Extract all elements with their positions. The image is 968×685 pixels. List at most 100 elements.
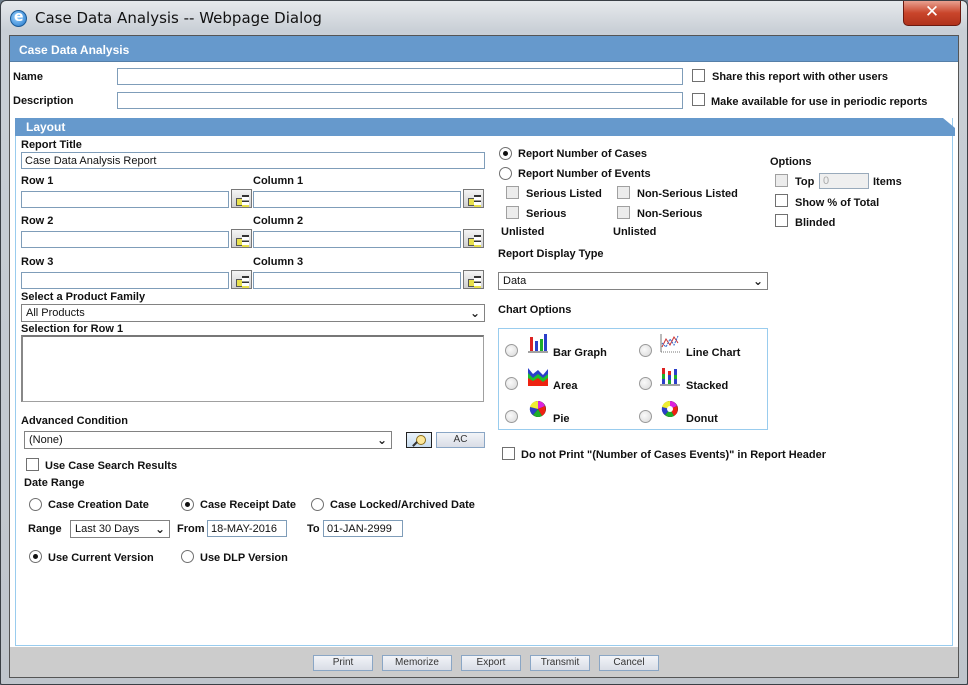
report-display-type-select[interactable]: Data ⌄ <box>498 272 768 290</box>
dialog-content: Case Data Analysis Name Share this repor… <box>9 35 959 678</box>
header-title: Case Data Analysis <box>10 36 958 62</box>
row-2-picker-button[interactable] <box>231 229 252 248</box>
line-chart-label: Line Chart <box>686 347 741 359</box>
column-3-input[interactable] <box>253 272 461 289</box>
product-family-value: All Products <box>26 307 85 319</box>
column-3-label: Column 3 <box>253 256 304 268</box>
row-2-input[interactable] <box>21 231 229 248</box>
report-title-input[interactable] <box>21 152 485 169</box>
stacked-radio[interactable] <box>639 377 652 390</box>
description-input[interactable] <box>117 92 683 109</box>
case-creation-date-label: Case Creation Date <box>48 499 149 511</box>
chevron-down-icon: ⌄ <box>469 306 480 320</box>
range-label: Range <box>28 523 62 535</box>
chevron-down-icon: ⌄ <box>376 433 387 447</box>
footer-button-bar: Print Memorize Export Transmit Cancel <box>10 647 958 677</box>
report-number-events-radio[interactable] <box>499 167 512 180</box>
row-2-label: Row 2 <box>21 215 54 227</box>
ac-button[interactable]: AC <box>436 432 485 448</box>
report-number-cases-radio[interactable] <box>499 147 512 160</box>
column-1-input[interactable] <box>253 191 461 208</box>
memorize-button[interactable]: Memorize <box>382 655 452 671</box>
do-not-print-checkbox[interactable] <box>502 447 515 460</box>
area-label: Area <box>553 380 578 392</box>
area-radio[interactable] <box>505 377 518 390</box>
share-report-checkbox[interactable] <box>692 69 705 82</box>
periodic-reports-checkbox[interactable] <box>692 93 705 106</box>
report-display-type-value: Data <box>503 275 527 287</box>
case-receipt-date-radio[interactable] <box>181 498 194 511</box>
blinded-label: Blinded <box>795 217 836 229</box>
from-date-input[interactable] <box>207 520 287 537</box>
close-x-icon: ✕ <box>924 2 940 22</box>
donut-chart-icon <box>661 400 678 417</box>
use-dlp-version-radio[interactable] <box>181 550 194 563</box>
case-locked-date-radio[interactable] <box>311 498 324 511</box>
print-button[interactable]: Print <box>313 655 373 671</box>
row-1-picker-button[interactable] <box>231 189 252 208</box>
serious-label: Serious <box>526 208 567 220</box>
search-condition-button[interactable] <box>406 432 432 448</box>
advanced-condition-select[interactable]: (None) ⌄ <box>24 431 392 449</box>
serious-listed-label: Serious Listed <box>526 188 602 200</box>
ie-logo-icon <box>10 9 27 27</box>
bar-graph-label: Bar Graph <box>553 347 607 359</box>
dialog-window: Case Data Analysis -- Webpage Dialog ✕ C… <box>0 0 968 685</box>
serious-unlisted-checkbox[interactable] <box>506 206 519 219</box>
show-percent-total-checkbox[interactable] <box>775 194 788 207</box>
column-1-picker-button[interactable] <box>463 189 484 208</box>
bar-graph-radio[interactable] <box>505 344 518 357</box>
row-3-picker-button[interactable] <box>231 270 252 289</box>
donut-radio[interactable] <box>639 410 652 423</box>
serious-listed-checkbox[interactable] <box>506 186 519 199</box>
chevron-down-icon: ⌄ <box>752 274 763 288</box>
chevron-down-icon: ⌄ <box>154 522 165 536</box>
row-3-input[interactable] <box>21 272 229 289</box>
name-input[interactable] <box>117 68 683 85</box>
advanced-condition-value: (None) <box>29 434 63 446</box>
close-button[interactable]: ✕ <box>903 1 961 26</box>
unlisted-label-2: Unlisted <box>613 226 657 238</box>
non-serious-label: Non-Serious <box>637 208 703 220</box>
top-items-checkbox[interactable] <box>775 174 788 187</box>
description-label: Description <box>13 95 74 107</box>
do-not-print-label: Do not Print "(Number of Cases Events)" … <box>521 449 827 461</box>
blinded-checkbox[interactable] <box>775 214 788 227</box>
line-chart-icon <box>660 334 680 353</box>
date-range-label: Date Range <box>24 477 85 489</box>
to-date-input[interactable] <box>323 520 403 537</box>
product-family-label: Select a Product Family <box>21 291 146 303</box>
report-title-label: Report Title <box>21 139 82 151</box>
selection-row-1-listbox[interactable] <box>21 335 484 402</box>
use-current-version-radio[interactable] <box>29 550 42 563</box>
non-serious-listed-label: Non-Serious Listed <box>637 188 738 200</box>
advanced-condition-label: Advanced Condition <box>21 415 128 427</box>
cancel-button[interactable]: Cancel <box>599 655 659 671</box>
chart-options-label: Chart Options <box>498 304 572 316</box>
use-case-search-checkbox[interactable] <box>26 458 39 471</box>
column-3-picker-button[interactable] <box>463 270 484 289</box>
report-number-events-label: Report Number of Events <box>518 168 651 180</box>
product-family-select[interactable]: All Products ⌄ <box>21 304 485 322</box>
unlisted-label-1: Unlisted <box>501 226 545 238</box>
stacked-label: Stacked <box>686 380 729 392</box>
transmit-button[interactable]: Transmit <box>530 655 590 671</box>
range-select[interactable]: Last 30 Days ⌄ <box>70 520 170 538</box>
top-items-input[interactable] <box>819 173 869 189</box>
case-creation-date-radio[interactable] <box>29 498 42 511</box>
window-title: Case Data Analysis -- Webpage Dialog <box>35 9 322 27</box>
export-button[interactable]: Export <box>461 655 521 671</box>
line-chart-radio[interactable] <box>639 344 652 357</box>
column-2-picker-button[interactable] <box>463 229 484 248</box>
non-serious-listed-checkbox[interactable] <box>617 186 630 199</box>
column-2-label: Column 2 <box>253 215 304 227</box>
case-receipt-date-label: Case Receipt Date <box>200 499 296 511</box>
column-1-label: Column 1 <box>253 175 304 187</box>
name-label: Name <box>13 71 43 83</box>
pie-radio[interactable] <box>505 410 518 423</box>
row-1-input[interactable] <box>21 191 229 208</box>
non-serious-unlisted-checkbox[interactable] <box>617 206 630 219</box>
use-case-search-label: Use Case Search Results <box>45 460 178 472</box>
case-locked-date-label: Case Locked/Archived Date <box>330 499 475 511</box>
column-2-input[interactable] <box>253 231 461 248</box>
